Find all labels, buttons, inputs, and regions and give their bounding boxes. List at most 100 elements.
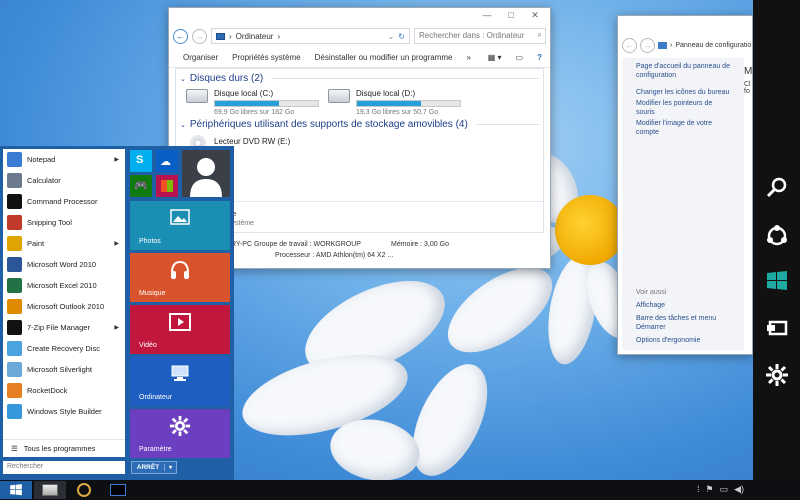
gear-icon	[169, 415, 191, 437]
view-options-icon[interactable]: ▦ ▾	[488, 53, 502, 62]
share-icon[interactable]	[753, 216, 800, 256]
address-chevron-icon: ›	[277, 31, 281, 41]
hard-drive-icon	[186, 89, 208, 103]
maximize-icon[interactable]: □	[500, 8, 522, 22]
store-tile[interactable]	[156, 175, 178, 197]
system-properties-button[interactable]: Propriétés système	[232, 53, 300, 62]
close-icon[interactable]: ✕	[524, 8, 546, 22]
start-menu-item[interactable]: Microsoft Silverlight	[3, 359, 125, 380]
group-title: Disques durs (2)	[189, 73, 264, 84]
start-menu-item[interactable]: RocketDock	[3, 380, 125, 401]
group-header-removable[interactable]: ⌄ Périphériques utilisant des supports d…	[176, 115, 543, 130]
hard-drive-icon	[328, 89, 350, 103]
skype-tile[interactable]: S	[130, 150, 152, 172]
video-icon	[169, 313, 191, 331]
network-icon[interactable]: ▭	[720, 484, 729, 495]
start-menu-item[interactable]: Notepad ▶	[3, 149, 125, 170]
devices-icon[interactable]	[753, 308, 800, 348]
collapse-icon[interactable]: ⌄	[180, 75, 186, 83]
explorer-titlebar[interactable]: — □ ✕	[169, 8, 550, 24]
start-menu-item[interactable]: Calculator	[3, 170, 125, 191]
uninstall-program-button[interactable]: Désinstaller ou modifier un programme	[315, 53, 453, 62]
group-header-hard-disks[interactable]: ⌄ Disques durs (2)	[176, 69, 543, 84]
control-panel-window[interactable]: ← → › Panneau de configuratio Page d'acc…	[617, 15, 753, 355]
preview-pane-icon[interactable]: ▭	[516, 53, 524, 62]
collapse-icon[interactable]: ⌄	[180, 121, 186, 129]
submenu-arrow-icon[interactable]: ▶	[114, 156, 119, 163]
start-menu-item[interactable]: Microsoft Word 2010	[3, 254, 125, 275]
settings-tile[interactable]: Paramètre	[130, 409, 230, 458]
start-menu-item[interactable]: Microsoft Outlook 2010	[3, 296, 125, 317]
flag-icon[interactable]: ⚑	[705, 484, 713, 495]
start-search-input[interactable]: Rechercher	[3, 461, 125, 474]
forward-icon[interactable]: →	[192, 28, 207, 44]
address-field[interactable]: › Ordinateur › ⌄ ↻	[211, 28, 410, 44]
music-tile[interactable]: Musique	[130, 253, 230, 302]
start-icon[interactable]	[753, 261, 800, 301]
all-programs-button[interactable]: ☰ Tous les programmes	[3, 439, 125, 457]
start-menu-item[interactable]: Microsoft Excel 2010	[3, 275, 125, 296]
start-menu-item[interactable]: 7-Zip File Manager ▶	[3, 317, 125, 338]
back-icon[interactable]: ←	[622, 37, 637, 53]
onedrive-tile[interactable]: ☁	[156, 150, 178, 172]
computer-tile[interactable]: Ordinateur	[130, 357, 230, 406]
taskbar-app-button[interactable]	[68, 481, 100, 499]
submenu-arrow-icon[interactable]: ▶	[114, 240, 119, 247]
submenu-arrow-icon[interactable]: ▶	[114, 324, 119, 331]
more-button[interactable]: »	[466, 53, 470, 62]
user-avatar-tile[interactable]	[182, 150, 230, 197]
taskbar: ⁞ ⚑ ▭ ◀)	[0, 480, 800, 500]
volume-icon[interactable]: ◀)	[734, 484, 744, 495]
system-tray: ⁞ ⚑ ▭ ◀)	[697, 484, 744, 495]
drive-c[interactable]: Disque local (C:) 69,9 Go libres sur 182…	[214, 89, 319, 116]
start-menu-item[interactable]: Paint ▶	[3, 233, 125, 254]
organize-button[interactable]: Organiser	[183, 53, 218, 62]
windows-logo-icon	[10, 484, 22, 496]
xbox-tile[interactable]: 🎮	[130, 175, 152, 197]
drive-d[interactable]: Disque local (D:) 19,3 Go libres sur 50,…	[356, 89, 461, 116]
cp-link-account-picture[interactable]: Modifier l'image de votre compte	[636, 119, 730, 137]
search-icon[interactable]	[753, 168, 800, 208]
style-builder-icon	[7, 404, 22, 419]
help-icon[interactable]: ?	[537, 53, 542, 62]
cp-link-taskbar[interactable]: Barre des tâches et menu Démarrer	[636, 314, 726, 332]
chevron-down-icon[interactable]: ▾	[164, 464, 176, 471]
back-icon[interactable]: ←	[173, 28, 188, 44]
all-programs-label: Tous les programmes	[23, 444, 96, 453]
shutdown-button[interactable]: ARRÊT ▾	[131, 461, 177, 474]
taskbar-cmd-button[interactable]	[102, 481, 134, 499]
control-panel-address-bar: ← → › Panneau de configuratio	[622, 36, 752, 54]
start-menu: Notepad ▶ Calculator Command Processor Snipp…	[0, 146, 234, 480]
video-tile[interactable]: Vidéo	[130, 305, 230, 354]
start-menu-item-label: Windows Style Builder	[27, 407, 102, 416]
minimize-icon[interactable]: —	[476, 8, 498, 22]
settings-icon[interactable]	[753, 355, 800, 395]
cp-link-home[interactable]: Page d'accueil du panneau de configurati…	[636, 62, 730, 80]
photos-tile[interactable]: Photos	[130, 201, 230, 250]
drive-icon	[42, 484, 58, 496]
drive-e[interactable]: Lecteur DVD RW (E:)	[214, 137, 290, 146]
notepad-icon	[7, 152, 22, 167]
start-menu-item[interactable]: Snipping Tool	[3, 212, 125, 233]
start-menu-item[interactable]: Create Recovery Disc	[3, 338, 125, 359]
forward-icon[interactable]: →	[640, 37, 655, 53]
tray-overflow-icon[interactable]: ⁞	[697, 484, 700, 495]
tile-label: Musique	[139, 290, 166, 297]
start-menu-item[interactable]: Command Processor	[3, 191, 125, 212]
start-menu-item[interactable]: Windows Style Builder	[3, 401, 125, 422]
dropdown-icon[interactable]: ⌄	[388, 32, 395, 41]
refresh-icon[interactable]: ↻	[398, 32, 405, 41]
address-text[interactable]: Panneau de configuratio	[675, 42, 751, 49]
tile-label: Photos	[139, 238, 161, 245]
charms-bar	[753, 0, 800, 480]
divider	[475, 124, 539, 125]
cp-link-desktop-icons[interactable]: Changer les icônes du bureau	[636, 88, 730, 97]
cp-link-ease-of-access[interactable]: Options d'ergonomie	[636, 336, 700, 345]
cp-link-mouse-pointers[interactable]: Modifier les pointeurs de souris	[636, 99, 730, 117]
taskbar-explorer-button[interactable]	[34, 481, 66, 499]
start-button[interactable]	[0, 481, 32, 499]
cp-link-display[interactable]: Affichage	[636, 301, 665, 310]
search-input[interactable]: Rechercher dans : Ordinateur ⌕	[414, 28, 546, 44]
7zip-icon	[7, 320, 22, 335]
partial-text: Cl	[744, 81, 751, 88]
